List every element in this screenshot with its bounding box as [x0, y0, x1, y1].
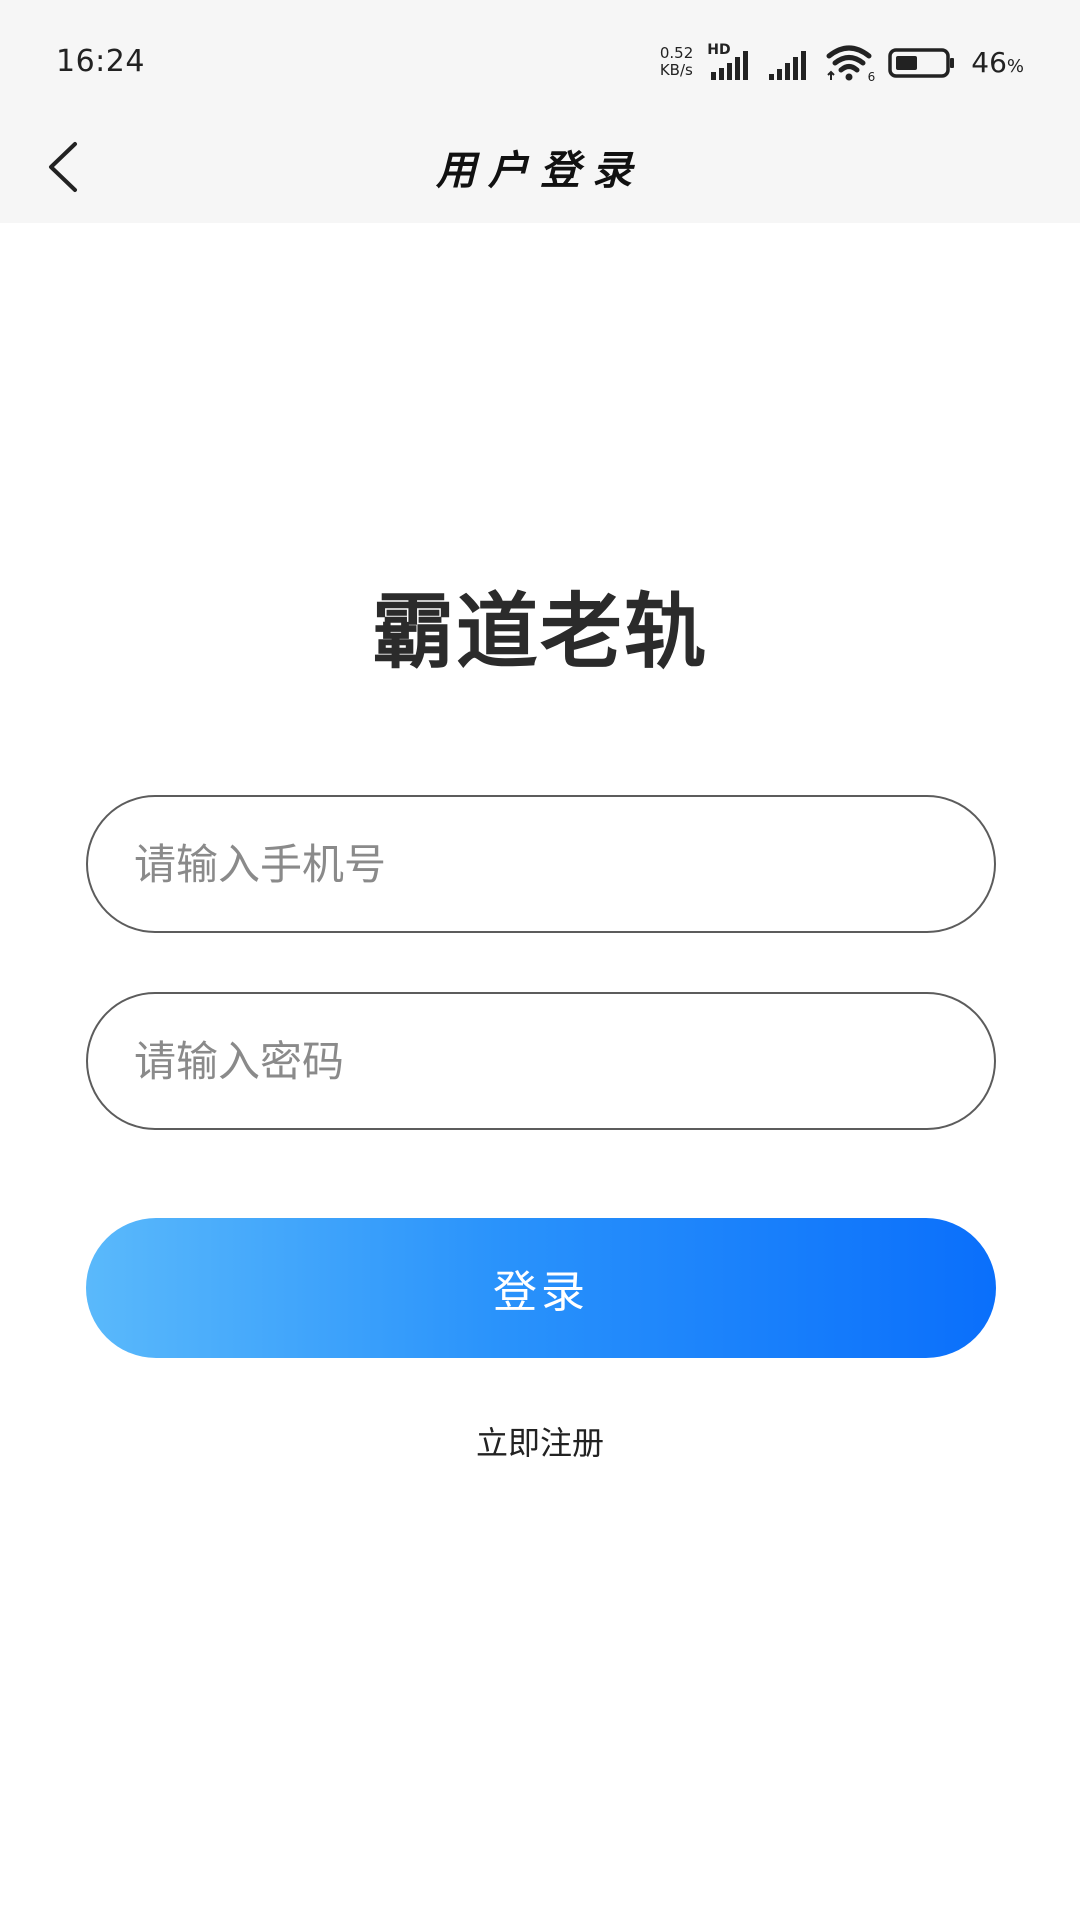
- password-field[interactable]: [86, 992, 996, 1130]
- status-indicators: 0.52 KB/s HD 6 46%: [660, 40, 1024, 84]
- password-input[interactable]: [88, 994, 994, 1128]
- nav-bar: 用户登录: [0, 110, 1080, 223]
- status-time: 16:24: [56, 44, 145, 79]
- wifi-badge: 6: [867, 70, 876, 84]
- register-link[interactable]: 立即注册: [0, 1418, 1080, 1464]
- phone-field[interactable]: [86, 795, 996, 933]
- network-speed-unit: KB/s: [659, 61, 693, 79]
- battery-icon: [887, 42, 957, 82]
- signal-icon: [767, 42, 815, 82]
- page-title: 用户登录: [436, 147, 644, 194]
- phone-input[interactable]: [88, 797, 994, 931]
- network-speed: 0.52 KB/s: [660, 45, 693, 79]
- wifi-icon: 6: [825, 42, 877, 84]
- login-button[interactable]: 登录: [86, 1218, 996, 1358]
- app-title: 霸道老轨: [371, 585, 708, 680]
- battery-percentage: 46%: [971, 46, 1024, 79]
- login-screen: 16:24 0.52 KB/s HD 6 46% 用户登录 霸道老轨 请输入手机…: [0, 0, 1080, 1920]
- hd-signal-icon: HD: [707, 42, 757, 82]
- battery-percentage-sign: %: [1006, 55, 1024, 77]
- network-speed-value: 0.52: [659, 44, 694, 62]
- battery-percentage-number: 46: [971, 45, 1007, 79]
- status-bar: 16:24 0.52 KB/s HD 6 46%: [0, 0, 1080, 110]
